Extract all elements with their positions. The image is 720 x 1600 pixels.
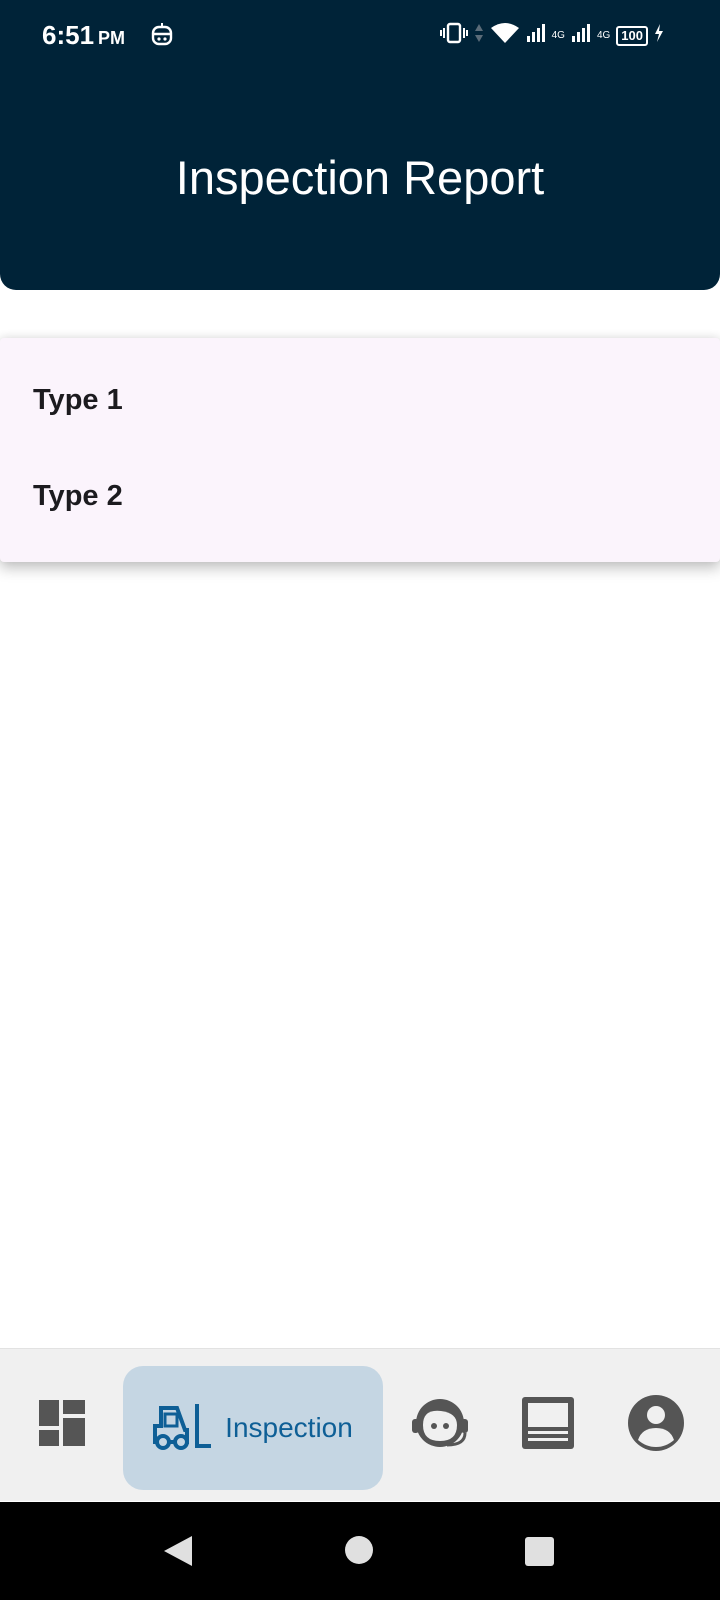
dropdown-option-type-1[interactable]: Type 1 (33, 384, 123, 417)
data-arrows-icon (474, 22, 484, 49)
status-bar: 6:51 PM 4G 4G 100 (0, 0, 720, 72)
home-icon[interactable] (345, 1536, 373, 1564)
dropdown-option-type-2[interactable]: Type 2 (33, 480, 123, 513)
nav-dashboard[interactable] (30, 1349, 94, 1501)
account-circle-icon (627, 1394, 685, 1457)
recent-apps-icon[interactable] (525, 1537, 554, 1566)
type-dropdown-menu: Type 1 Type 2 (0, 338, 720, 562)
dashboard-icon (39, 1399, 85, 1451)
document-icon (522, 1396, 574, 1454)
app-header: 6:51 PM 4G 4G 100 Inspection Report (0, 0, 720, 290)
system-navigation-bar (0, 1502, 720, 1600)
nav-support[interactable] (408, 1349, 474, 1501)
status-time-ampm: PM (98, 28, 126, 48)
support-agent-icon (411, 1395, 471, 1456)
page-title: Inspection Report (175, 151, 545, 204)
forklift-icon (153, 1402, 213, 1455)
nav-profile[interactable] (620, 1349, 692, 1501)
signal-icon-1 (526, 22, 546, 49)
signal-icon-2 (571, 22, 591, 49)
charging-icon (654, 24, 664, 47)
nav-inspection-label: Inspection (225, 1412, 353, 1443)
battery-icon: 100 (616, 25, 648, 46)
back-icon[interactable] (162, 1534, 194, 1573)
wifi-icon (490, 22, 520, 49)
status-time-value: 6:51 (42, 20, 95, 50)
network-type-2: 4G (596, 30, 611, 41)
status-time: 6:51 PM (42, 20, 125, 51)
vibrate-icon (439, 22, 468, 49)
robot-notification-icon (150, 22, 174, 53)
nav-inspection[interactable]: Inspection (123, 1366, 383, 1490)
network-type-1: 4G (551, 30, 565, 41)
nav-document[interactable] (517, 1349, 579, 1501)
bottom-navigation: Inspection (0, 1348, 720, 1501)
status-icons: 4G 4G 100 (439, 22, 664, 49)
